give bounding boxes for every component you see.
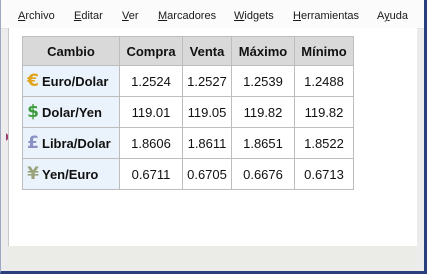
minimo-cell: 0.6713: [294, 158, 354, 190]
menu-archivo[interactable]: Archivo: [18, 10, 55, 22]
yen-icon: ¥: [27, 164, 39, 184]
table-row: ¥ Yen/Euro 0.6711 0.6705 0.6676 0.6713: [22, 158, 354, 190]
menu-herramientas-rest: erramientas: [300, 10, 360, 22]
compra-cell: 1.8606: [119, 127, 183, 159]
venta-cell: 1.8611: [182, 127, 232, 159]
menu-ayuda-rest: uda: [389, 10, 408, 22]
table-row: $ Dolar/Yen 119.01 119.05 119.82 119.82: [22, 96, 354, 128]
table-row: € Euro/Dolar 1.2524 1.2527 1.2539 1.2488: [22, 65, 354, 97]
menu-widgets[interactable]: Widgets: [234, 10, 274, 22]
header-venta: Venta: [182, 36, 232, 66]
header-maximo: Máximo: [231, 36, 295, 66]
dollar-icon: $: [27, 102, 39, 122]
pair-cell: £ Libra/Dolar: [22, 127, 120, 159]
menu-herramientas-accel: H: [293, 10, 301, 22]
pair-label: Euro/Dolar: [42, 73, 109, 89]
exchange-table: Cambio Compra Venta Máximo Mínimo € Euro/…: [22, 36, 354, 190]
content-area: Cambio Compra Venta Máximo Mínimo € Euro/…: [8, 28, 417, 246]
compra-cell: 1.2524: [119, 65, 183, 97]
pair-label: Dolar/Yen: [42, 104, 102, 120]
menu-editar-rest: ditar: [81, 10, 103, 22]
euro-icon: €: [27, 71, 39, 91]
maximo-cell: 1.2539: [231, 65, 295, 97]
pair-cell: € Euro/Dolar: [22, 65, 120, 97]
maximo-cell: 1.8651: [231, 127, 295, 159]
menu-herramientas[interactable]: Herramientas: [293, 10, 359, 22]
header-minimo: Mínimo: [294, 36, 354, 66]
menu-bar: Archivo Editar Ver Marcadores Widgets He…: [1, 0, 424, 29]
app-window: Archivo Editar Ver Marcadores Widgets He…: [0, 0, 427, 274]
header-compra: Compra: [119, 36, 183, 66]
pound-icon: £: [27, 133, 39, 153]
menu-ver-accel: V: [122, 10, 129, 22]
compra-cell: 119.01: [119, 96, 183, 128]
menu-widgets-rest: idgets: [244, 10, 274, 22]
table-header-row: Cambio Compra Venta Máximo Mínimo: [22, 36, 354, 66]
menu-marcadores-rest: arcadores: [167, 10, 217, 22]
menu-marcadores-accel: M: [158, 10, 168, 22]
venta-cell: 0.6705: [182, 158, 232, 190]
menu-ver-rest: er: [128, 10, 139, 22]
menu-widgets-accel: W: [234, 10, 245, 22]
pair-cell: ¥ Yen/Euro: [22, 158, 120, 190]
header-cambio: Cambio: [22, 36, 120, 66]
minimo-cell: 1.8522: [294, 127, 354, 159]
menu-archivo-rest: rchivo: [25, 10, 55, 22]
menu-marcadores[interactable]: Marcadores: [158, 10, 216, 22]
pair-cell: $ Dolar/Yen: [22, 96, 120, 128]
menu-ver[interactable]: Ver: [122, 10, 139, 22]
menu-editar[interactable]: Editar: [74, 10, 103, 22]
pair-label: Yen/Euro: [42, 166, 99, 182]
maximo-cell: 119.82: [231, 96, 295, 128]
pair-label: Libra/Dolar: [42, 135, 111, 151]
minimo-cell: 119.82: [294, 96, 354, 128]
maximo-cell: 0.6676: [231, 158, 295, 190]
venta-cell: 1.2527: [182, 65, 232, 97]
menu-ayuda[interactable]: Ayuda: [377, 10, 408, 22]
status-bar: [8, 246, 416, 271]
compra-cell: 0.6711: [119, 158, 183, 190]
minimo-cell: 1.2488: [294, 65, 354, 97]
table-row: £ Libra/Dolar 1.8606 1.8611 1.8651 1.8522: [22, 127, 354, 159]
venta-cell: 119.05: [182, 96, 232, 128]
